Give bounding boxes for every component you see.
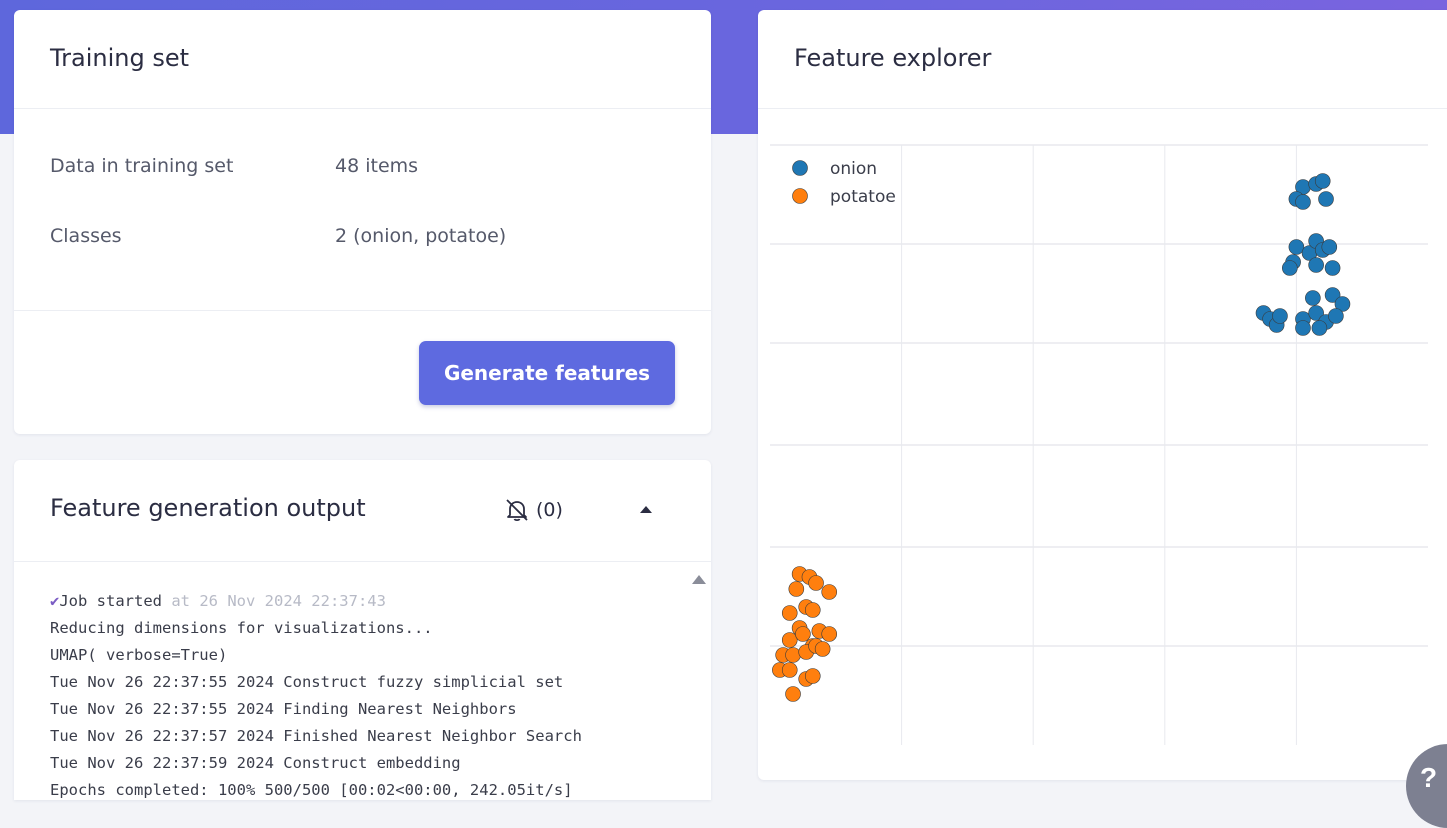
- row-label-classes: Classes: [50, 225, 122, 247]
- row-value-classes: 2 (onion, potatoe): [335, 225, 507, 247]
- help-question-icon: ?: [1420, 762, 1438, 793]
- feature-scatter-plot[interactable]: onion potatoe: [758, 10, 1447, 770]
- notification-count: (0): [536, 499, 563, 521]
- log-line: Tue Nov 26 22:37:55 2024 Construct fuzzy…: [50, 669, 680, 696]
- legend-marker-potatoe: [792, 188, 808, 204]
- log-line: Tue Nov 26 22:37:57 2024 Finished Neares…: [50, 723, 680, 750]
- log-line: UMAP( verbose=True): [50, 642, 680, 669]
- log-line: Tue Nov 26 22:37:55 2024 Finding Nearest…: [50, 696, 680, 723]
- log-line: ✔Job started at 26 Nov 2024 22:37:43: [50, 588, 680, 615]
- training-set-title: Training set: [50, 44, 190, 72]
- data-point-onion: [1295, 320, 1311, 336]
- data-point-potatoe: [781, 632, 798, 648]
- data-point-onion: [1288, 239, 1305, 255]
- log-timestamp: at 26 Nov 2024 22:37:43: [162, 592, 386, 610]
- data-point-onion: [1324, 260, 1341, 276]
- data-point-potatoe: [808, 575, 824, 591]
- data-point-potatoe: [781, 662, 798, 678]
- data-point-potatoe: [785, 647, 801, 663]
- feature-output-card: Feature generation output (0) ✔Job start…: [14, 460, 711, 800]
- legend-label-onion: onion: [830, 159, 877, 179]
- log-text: Tue Nov 26 22:37:55 2024 Finding Nearest…: [50, 700, 517, 718]
- data-point-onion: [1282, 260, 1298, 276]
- data-point-potatoe: [804, 602, 821, 618]
- legend-marker-onion: [792, 160, 808, 176]
- generate-features-button[interactable]: Generate features: [419, 341, 675, 405]
- log-text: Tue Nov 26 22:37:59 2024 Construct embed…: [50, 754, 461, 772]
- log-line: Tue Nov 26 22:37:59 2024 Construct embed…: [50, 750, 680, 777]
- data-point-onion: [1311, 320, 1328, 336]
- data-point-potatoe: [781, 605, 798, 621]
- data-point-onion: [1308, 257, 1324, 273]
- log-text: Tue Nov 26 22:37:57 2024 Finished Neares…: [50, 727, 582, 745]
- data-point-onion: [1328, 308, 1344, 324]
- divider: [14, 108, 711, 109]
- data-point-potatoe: [785, 686, 801, 702]
- log-text: Tue Nov 26 22:37:55 2024 Construct fuzzy…: [50, 673, 564, 691]
- log-text: UMAP( verbose=True): [50, 646, 228, 664]
- feature-explorer-card: Feature explorer onion potatoe: [758, 10, 1447, 780]
- divider: [14, 310, 711, 311]
- data-point-onion: [1314, 173, 1331, 189]
- row-value-data: 48 items: [335, 155, 419, 177]
- bell-off-icon: [506, 499, 528, 522]
- data-point-onion: [1305, 290, 1321, 306]
- notifications-toggle[interactable]: (0): [504, 498, 563, 522]
- data-point-potatoe: [788, 581, 805, 597]
- log-text: Job started: [59, 592, 162, 610]
- data-point-potatoe: [795, 626, 811, 642]
- feature-output-title: Feature generation output: [50, 494, 366, 522]
- log-text: Reducing dimensions for visualizations..…: [50, 619, 433, 637]
- data-point-onion: [1272, 308, 1288, 324]
- scrollbar-up-arrow-icon[interactable]: [691, 572, 707, 586]
- data-point-potatoe: [821, 584, 838, 600]
- log-line: Epochs completed: 100% 500/500 [00:02<00…: [50, 777, 680, 804]
- checkmark-icon: ✔: [50, 592, 60, 610]
- data-point-potatoe: [821, 626, 838, 642]
- divider: [14, 561, 711, 562]
- job-log: ✔Job started at 26 Nov 2024 22:37:43 Redu…: [50, 588, 680, 804]
- training-set-card: Training set Data in training set 48 ite…: [14, 10, 711, 434]
- data-point-potatoe: [804, 668, 821, 684]
- data-point-onion: [1321, 239, 1338, 255]
- legend-label-potatoe: potatoe: [830, 187, 896, 207]
- data-point-onion: [1295, 194, 1311, 210]
- row-label-data: Data in training set: [50, 155, 234, 177]
- log-text: Epochs completed: 100% 500/500 [00:02<00…: [50, 781, 573, 799]
- data-point-potatoe: [814, 641, 831, 657]
- collapse-caret-icon[interactable]: [636, 500, 656, 520]
- data-point-onion: [1318, 191, 1334, 207]
- log-line: Reducing dimensions for visualizations..…: [50, 615, 680, 642]
